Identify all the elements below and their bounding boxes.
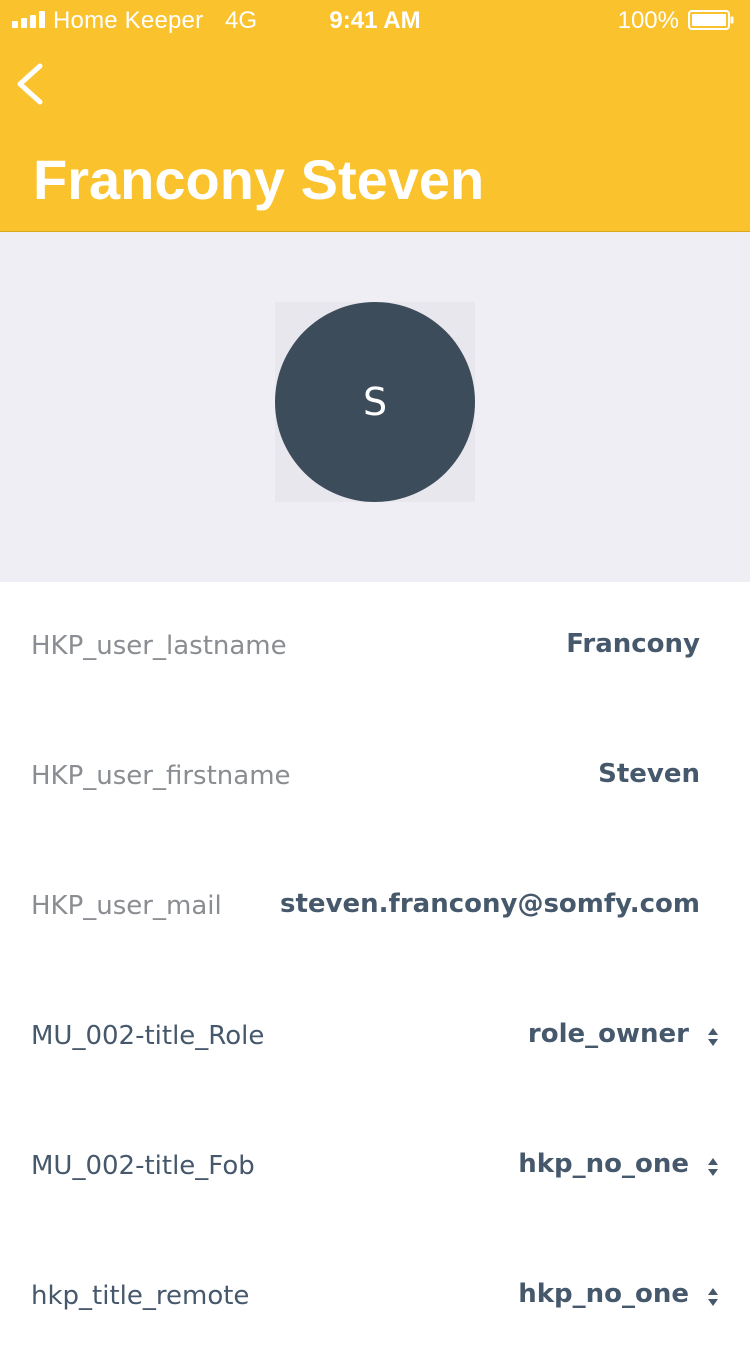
up-down-chevron-icon[interactable] (707, 1027, 719, 1047)
field-value-firstname[interactable]: Steven (598, 759, 700, 789)
battery-icon (688, 10, 734, 30)
remote-select-value[interactable]: hkp_no_one (518, 1279, 689, 1309)
battery-percentage: 100% (617, 7, 679, 34)
field-value-lastname[interactable]: Francony (566, 629, 700, 659)
page-title: Francony Steven (33, 148, 485, 211)
status-bar: Home Keeper 4G 9:41 AM 100% (0, 0, 750, 40)
field-row-mail: HKP_user_mail steven.francony@somfy.com (0, 842, 750, 972)
back-button[interactable] (10, 58, 54, 110)
field-row-firstname: HKP_user_firstname Steven (0, 712, 750, 842)
up-down-chevron-icon[interactable] (707, 1157, 719, 1177)
up-down-chevron-icon[interactable] (707, 1287, 719, 1307)
field-label-remote: hkp_title_remote (31, 1281, 250, 1311)
field-row-fob[interactable]: MU_002-title_Fob hkp_no_one (0, 1102, 750, 1232)
field-label-fob: MU_002-title_Fob (31, 1151, 255, 1181)
avatar[interactable]: S (275, 302, 475, 502)
field-row-remote[interactable]: hkp_title_remote hkp_no_one (0, 1232, 750, 1362)
avatar-section: S (0, 232, 750, 582)
field-row-role[interactable]: MU_002-title_Role role_owner (0, 972, 750, 1102)
header-bar: Home Keeper 4G 9:41 AM 100% Francony Ste… (0, 0, 750, 232)
field-label-firstname: HKP_user_firstname (31, 761, 291, 791)
field-label-lastname: HKP_user_lastname (31, 631, 287, 661)
role-select-value[interactable]: role_owner (528, 1019, 689, 1049)
chevron-left-icon (17, 63, 43, 105)
field-label-mail: HKP_user_mail (31, 891, 222, 921)
fob-select-value[interactable]: hkp_no_one (518, 1149, 689, 1179)
avatar-container[interactable]: S (275, 302, 475, 502)
avatar-initial: S (362, 380, 388, 424)
field-row-lastname: HKP_user_lastname Francony (0, 582, 750, 712)
field-label-role: MU_002-title_Role (31, 1021, 265, 1051)
field-value-mail[interactable]: steven.francony@somfy.com (280, 889, 700, 919)
